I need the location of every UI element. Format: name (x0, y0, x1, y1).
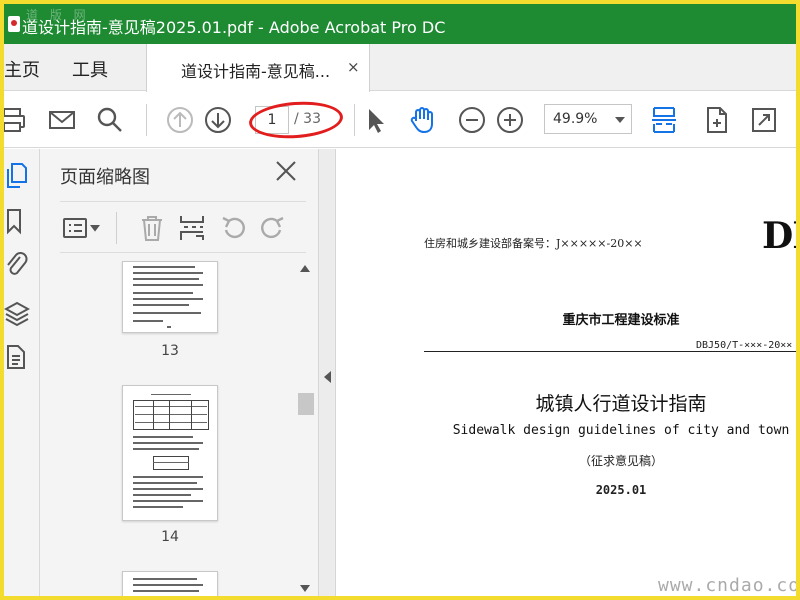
acrobat-window: 道设计指南-意见稿2025.01.pdf - Adobe Acrobat Pro… (4, 4, 796, 596)
document-title-en: Sidewalk design guidelines of city and t… (452, 423, 790, 438)
full-screen-icon[interactable] (750, 106, 778, 134)
document-properties-icon[interactable] (4, 343, 30, 371)
toolbar-divider (116, 212, 117, 244)
close-icon[interactable] (274, 159, 298, 183)
rotate-clockwise-icon[interactable] (258, 214, 286, 242)
zoom-in-icon[interactable] (496, 106, 524, 134)
rotate-counterclockwise-icon[interactable] (220, 214, 248, 242)
toolbar-divider (146, 104, 147, 136)
site-watermark: www.cndao.com (658, 575, 796, 596)
fit-width-icon[interactable] (650, 106, 678, 134)
collapse-panel-icon[interactable] (324, 371, 331, 383)
scroll-up-icon[interactable] (300, 265, 310, 272)
standard-code: DBJ50/T-×××-20×× (696, 340, 793, 351)
previous-page-icon[interactable] (166, 106, 194, 134)
bookmark-icon[interactable] (4, 207, 30, 235)
page-thumbnail[interactable] (122, 385, 218, 521)
document-tab-label: 道设计指南-意见稿... (181, 62, 331, 81)
menu-home[interactable]: 主页 (4, 56, 40, 82)
thumbnail-tools (60, 201, 306, 253)
options-menu-icon[interactable] (62, 214, 102, 242)
navigation-pane-strip (4, 149, 40, 596)
search-icon[interactable] (96, 106, 124, 134)
page-thumbnails-panel: 页面缩略图 13 14 (40, 149, 318, 596)
thumbnail-scrollbar[interactable] (296, 261, 314, 596)
thumbnail-page-number: 13 (161, 343, 179, 359)
document-date: 2025.01 (595, 483, 647, 497)
watermark-text: 道 版 网 (26, 8, 90, 22)
panel-title: 页面缩略图 (60, 167, 150, 188)
document-title-cn: 城镇人行道设计指南 (535, 393, 707, 415)
next-page-icon[interactable] (204, 106, 232, 134)
title-bar: 道设计指南-意见稿2025.01.pdf - Adobe Acrobat Pro… (4, 4, 796, 44)
thumbnail-page-number: 14 (161, 529, 179, 545)
page-thumbnails-icon[interactable] (4, 161, 30, 189)
delete-icon[interactable] (138, 214, 166, 242)
zoom-level-select[interactable]: 49.9% (544, 104, 632, 134)
document-tab[interactable]: 道设计指南-意见稿... × (146, 44, 370, 92)
scroll-down-icon[interactable] (300, 585, 310, 592)
issuing-organization: 重庆市工程建设标准 (562, 313, 680, 328)
insert-page-icon[interactable] (178, 214, 206, 242)
standard-prefix: DBJ (762, 215, 796, 257)
menu-tools[interactable]: 工具 (72, 56, 108, 82)
close-tab-icon[interactable]: × (347, 58, 360, 76)
chevron-down-icon (615, 117, 625, 123)
scrollbar-thumb[interactable] (298, 393, 314, 415)
document-view[interactable]: 住房和城乡建设部备案号：J×××××-20×× DBJ 重庆市工程建设标准 DB… (336, 149, 796, 596)
pdf-file-icon (8, 16, 20, 32)
title-divider (424, 351, 796, 352)
layers-icon[interactable] (4, 299, 31, 327)
record-number: 住房和城乡建设部备案号：J×××××-20×× (424, 237, 643, 250)
hand-tool-icon[interactable] (408, 106, 436, 134)
attachment-icon[interactable] (4, 251, 30, 279)
toolbar: 1 / 33 49.9% (4, 92, 796, 148)
page-thumbnail[interactable] (122, 571, 218, 596)
tab-bar: 主页 工具 道设计指南-意见稿... × (4, 44, 796, 92)
panel-splitter[interactable] (318, 149, 336, 596)
draft-label: （征求意见稿） (578, 454, 663, 468)
page-thumbnail[interactable] (122, 261, 218, 333)
zoom-out-icon[interactable] (458, 106, 486, 134)
select-pointer-icon[interactable] (362, 106, 390, 134)
zoom-level-value: 49.9% (553, 111, 598, 127)
print-icon[interactable] (4, 106, 26, 134)
toolbar-divider (354, 104, 355, 136)
rotate-view-icon[interactable] (702, 106, 730, 134)
email-icon[interactable] (48, 106, 76, 134)
